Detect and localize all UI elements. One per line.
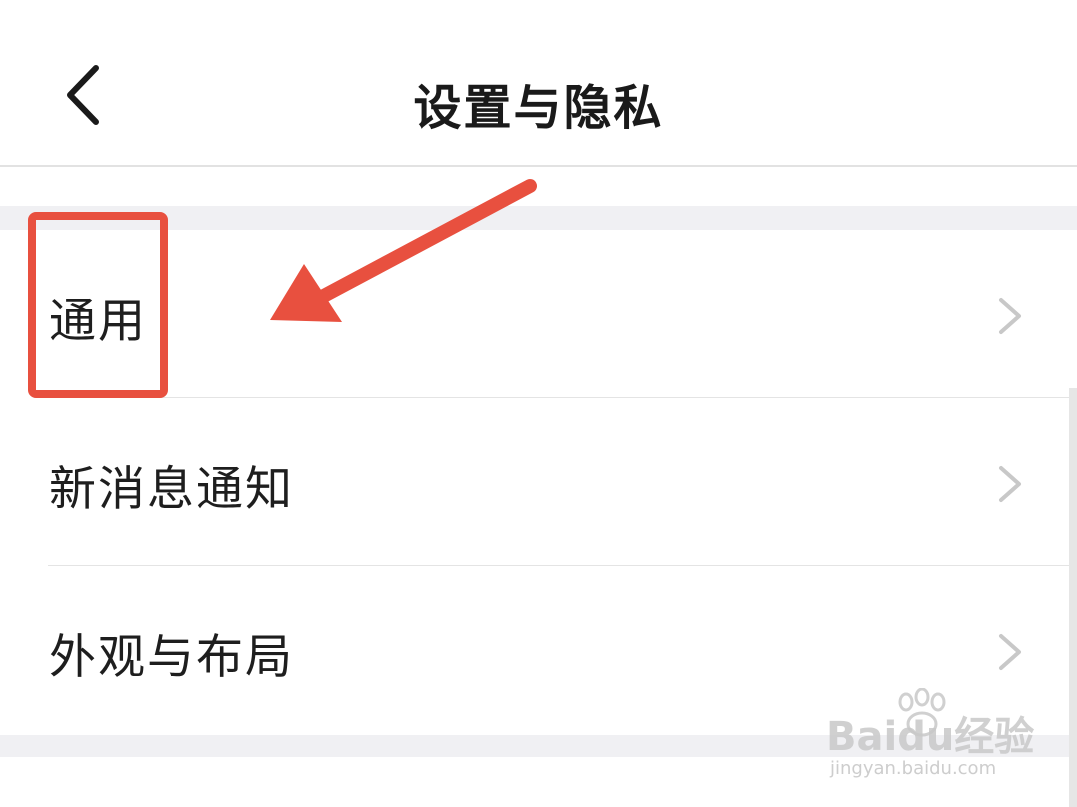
- section-separator: [0, 206, 1077, 230]
- chevron-right-icon: [999, 466, 1021, 502]
- section-separator: [0, 735, 1077, 757]
- nav-header: 设置与隐私: [0, 0, 1077, 167]
- settings-item-general[interactable]: 通用: [0, 230, 1077, 397]
- settings-list: 通用 新消息通知 外观与布局: [0, 230, 1077, 735]
- settings-screen: 设置与隐私 通用 新消息通知 外观与布局 Baidu经验 jingyan.bai…: [0, 0, 1077, 807]
- scrollbar[interactable]: [1069, 388, 1077, 807]
- settings-item-label: 通用: [49, 294, 147, 349]
- settings-item-label: 新消息通知: [49, 462, 294, 517]
- watermark-url: jingyan.baidu.com: [830, 758, 997, 779]
- settings-item-notifications[interactable]: 新消息通知: [0, 398, 1077, 565]
- settings-item-label: 外观与布局: [49, 630, 294, 685]
- chevron-right-icon: [999, 298, 1021, 334]
- page-title: 设置与隐私: [413, 80, 664, 136]
- settings-item-appearance[interactable]: 外观与布局: [0, 566, 1077, 733]
- chevron-right-icon: [999, 634, 1021, 670]
